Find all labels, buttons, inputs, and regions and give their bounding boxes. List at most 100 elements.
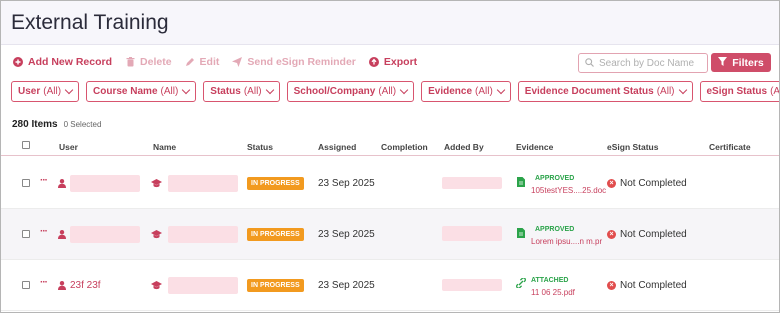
- chip-value: (All): [770, 86, 780, 97]
- chip-value: (All): [43, 86, 62, 97]
- user-name-redacted: [70, 175, 140, 192]
- graduation-cap-icon: [151, 230, 162, 242]
- add-new-record-label: Add New Record: [28, 56, 113, 68]
- chip-label: School/Company: [293, 86, 376, 97]
- esign-status-text: Not Completed: [620, 229, 687, 240]
- row-actions-menu-icon[interactable]: ···: [40, 226, 48, 237]
- column-header-status[interactable]: Status: [247, 142, 273, 152]
- toolbar: Add New Record Delete Edit Send eSign Re…: [13, 52, 430, 72]
- x-circle-icon: ×: [607, 281, 616, 290]
- pencil-icon: [185, 57, 195, 67]
- row-actions-menu-icon[interactable]: ···: [40, 175, 48, 186]
- added-by-redacted: [442, 226, 502, 241]
- filter-chip-evidence-document-status[interactable]: Evidence Document Status (All): [517, 81, 693, 102]
- assigned-date: 23 Sep 2025: [318, 178, 375, 189]
- filters-button[interactable]: Filters: [711, 53, 771, 72]
- select-all-checkbox[interactable]: [22, 141, 30, 149]
- filter-chip-school-company[interactable]: School/Company (All): [286, 81, 415, 102]
- filter-chip-evidence[interactable]: Evidence (All): [421, 81, 511, 102]
- chevron-down-icon: [265, 85, 274, 95]
- paper-plane-icon: [232, 57, 243, 67]
- evidence-status-label: APPROVED: [535, 226, 575, 233]
- filter-chip-status[interactable]: Status (All): [203, 81, 280, 102]
- send-esign-reminder-label: Send eSign Reminder: [247, 56, 356, 68]
- edit-label: Edit: [199, 56, 220, 68]
- x-circle-icon: ×: [607, 230, 616, 239]
- column-header-assigned[interactable]: Assigned: [318, 142, 356, 152]
- row-checkbox[interactable]: [22, 230, 30, 238]
- row-checkbox[interactable]: [22, 179, 30, 187]
- chevron-down-icon: [182, 85, 191, 95]
- evidence-file-link[interactable]: 105testYES....25.doc: [531, 186, 606, 195]
- items-total: 280 Items: [12, 119, 58, 130]
- item-count: 280 Items 0 Selected: [12, 119, 101, 130]
- row-checkbox[interactable]: [22, 281, 30, 289]
- chip-value: (All): [378, 86, 397, 97]
- filter-funnel-icon: [718, 56, 728, 69]
- esign-status: × Not Completed: [607, 229, 687, 240]
- row-actions-menu-icon[interactable]: ···: [40, 277, 48, 288]
- column-header-name[interactable]: Name: [153, 142, 176, 152]
- edit-button[interactable]: Edit: [185, 56, 220, 68]
- search-icon: [585, 54, 594, 72]
- app-frame: External Training Add New Record Delete …: [0, 0, 780, 313]
- esign-status-text: Not Completed: [620, 178, 687, 189]
- filter-chip-esign-status[interactable]: eSign Status(All): [699, 81, 780, 102]
- column-header-user[interactable]: User: [59, 142, 78, 152]
- status-badge: IN PROGRESS: [247, 279, 304, 292]
- add-new-record-button[interactable]: Add New Record: [13, 56, 112, 68]
- chip-value: (All): [475, 86, 493, 97]
- chip-label: Course Name: [93, 86, 158, 97]
- export-button[interactable]: Export: [368, 56, 418, 68]
- evidence-status-label: APPROVED: [535, 175, 575, 182]
- table-header: User Name Status Assigned Completion Add…: [1, 140, 779, 156]
- column-header-completion[interactable]: Completion: [381, 142, 428, 152]
- chevron-down-icon: [678, 85, 687, 95]
- chevron-down-icon: [496, 85, 506, 95]
- user-name-link[interactable]: 23f 23f: [70, 280, 101, 291]
- chip-value: (All): [243, 86, 262, 97]
- chip-label: Evidence Document Status: [524, 86, 654, 97]
- evidence-file-link[interactable]: 11 06 25.pdf: [531, 288, 575, 297]
- assigned-date: 23 Sep 2025: [318, 229, 375, 240]
- plus-circle-icon: [13, 57, 23, 67]
- filter-chip-user[interactable]: User (All): [11, 81, 80, 102]
- status-badge: IN PROGRESS: [247, 228, 304, 241]
- table-row[interactable]: ··· IN PROGRESS 23 Sep 2025 APPROVED Lor…: [1, 209, 779, 260]
- assigned-date: 23 Sep 2025: [318, 280, 375, 291]
- document-icon: [517, 228, 525, 241]
- x-circle-icon: ×: [607, 179, 616, 188]
- filter-chip-course-name[interactable]: Course Name (All): [86, 81, 197, 102]
- course-name-redacted: [168, 226, 238, 243]
- table-row[interactable]: ··· IN PROGRESS 23 Sep 2025 APPROVED 105…: [1, 158, 779, 209]
- export-label: Export: [383, 56, 418, 68]
- trash-icon: [125, 57, 135, 67]
- graduation-cap-icon: [151, 281, 162, 293]
- added-by-redacted: [442, 279, 502, 291]
- evidence-file-link[interactable]: Lorem ipsu....n m.pr: [531, 237, 602, 246]
- status-badge: IN PROGRESS: [247, 177, 304, 190]
- paperclip-icon: [516, 277, 526, 291]
- chip-value: (All): [656, 86, 675, 97]
- send-esign-reminder-button[interactable]: Send eSign Reminder: [232, 56, 356, 68]
- esign-status: × Not Completed: [607, 280, 687, 291]
- user-name-redacted: [70, 226, 140, 243]
- table-row[interactable]: ··· 23f 23f IN PROGRESS 23 Sep 2025 ATTA…: [1, 260, 779, 311]
- upload-circle-icon: [368, 57, 379, 67]
- chevron-down-icon: [64, 85, 74, 95]
- user-icon: [58, 281, 66, 293]
- esign-status: × Not Completed: [607, 178, 687, 189]
- delete-button[interactable]: Delete: [125, 56, 172, 68]
- selected-count: 0 Selected: [63, 120, 102, 129]
- chip-value: (All): [160, 86, 179, 97]
- chip-label: User: [18, 86, 41, 97]
- column-header-certificate[interactable]: Certificate: [709, 142, 751, 152]
- column-header-esign-status[interactable]: eSign Status: [607, 142, 658, 152]
- added-by-redacted: [442, 177, 502, 189]
- column-header-added-by[interactable]: Added By: [444, 142, 484, 152]
- search-input[interactable]: [599, 57, 699, 69]
- graduation-cap-icon: [151, 179, 162, 191]
- column-header-evidence[interactable]: Evidence: [516, 142, 553, 152]
- chevron-down-icon: [399, 85, 409, 95]
- filter-chips: User (All) Course Name (All) Status (All) S…: [11, 81, 780, 102]
